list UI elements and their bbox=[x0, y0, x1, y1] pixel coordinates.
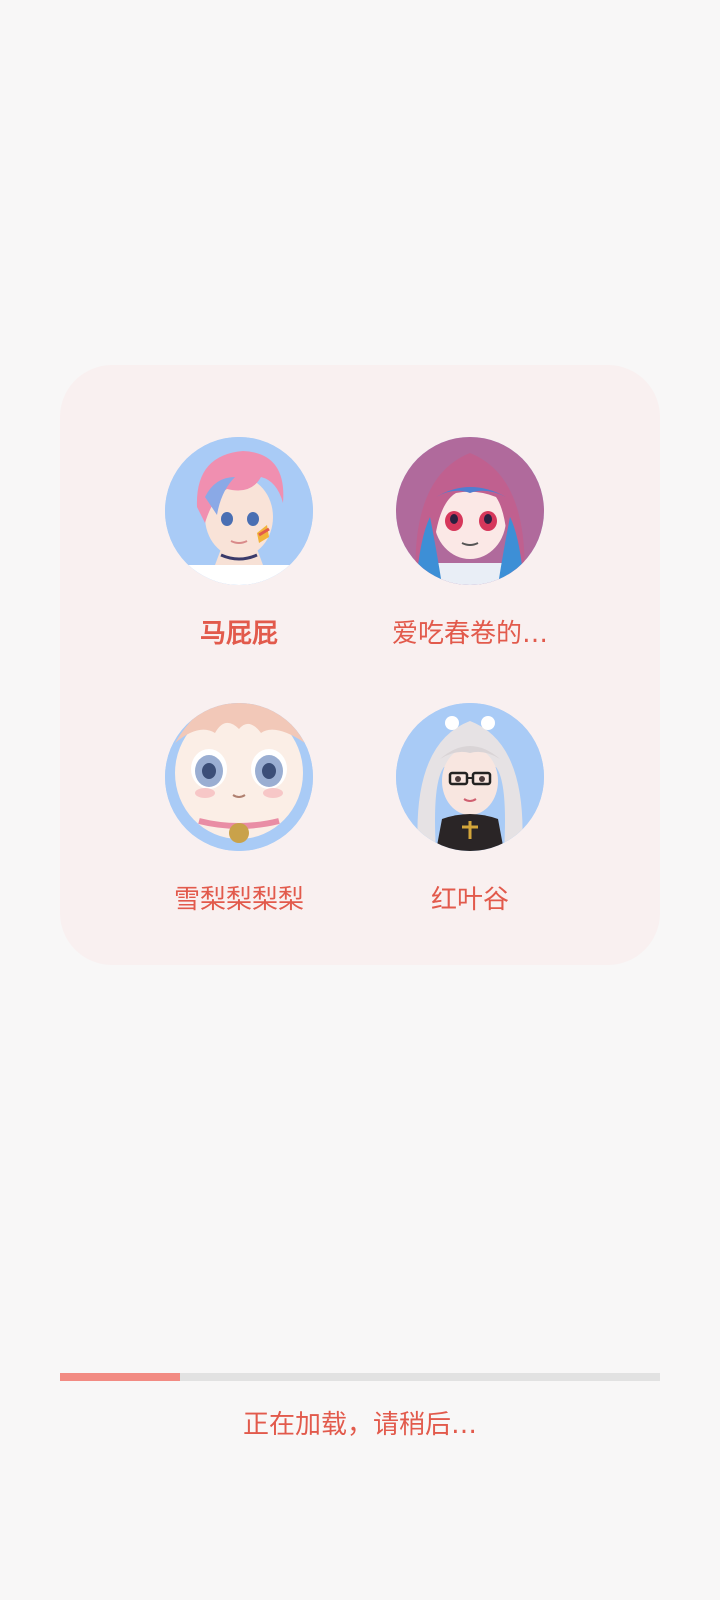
profile-name: 红叶谷 bbox=[430, 885, 509, 915]
profile-item-2[interactable]: 爱吃春卷的… bbox=[350, 437, 590, 651]
loading-status-text: 正在加载，请稍后… bbox=[242, 1410, 477, 1440]
loading-progress-bar bbox=[60, 1373, 660, 1381]
character-avatar-peach-hair-girl-icon bbox=[165, 703, 313, 851]
avatar[interactable] bbox=[165, 437, 313, 585]
character-avatar-blue-red-hair-girl-icon bbox=[396, 437, 544, 585]
profile-item-1[interactable]: 马屁屁 bbox=[119, 437, 359, 651]
character-avatar-silver-hair-glasses-girl-icon bbox=[396, 703, 544, 851]
profile-name: 马屁屁 bbox=[199, 619, 278, 649]
profile-item-3[interactable]: 雪梨梨梨梨 bbox=[119, 703, 359, 917]
avatar[interactable] bbox=[165, 703, 313, 851]
avatar[interactable] bbox=[396, 703, 544, 851]
character-avatar-pink-hair-boy-icon bbox=[165, 437, 313, 585]
loading-progress-fill bbox=[60, 1373, 180, 1381]
avatar[interactable] bbox=[396, 437, 544, 585]
profile-selection-card: 马屁屁 爱吃春卷的… 雪梨梨梨梨 红叶谷 bbox=[60, 365, 660, 965]
profile-name: 雪梨梨梨梨 bbox=[173, 885, 304, 915]
profile-item-4[interactable]: 红叶谷 bbox=[350, 703, 590, 917]
profile-name: 爱吃春卷的… bbox=[391, 619, 548, 649]
